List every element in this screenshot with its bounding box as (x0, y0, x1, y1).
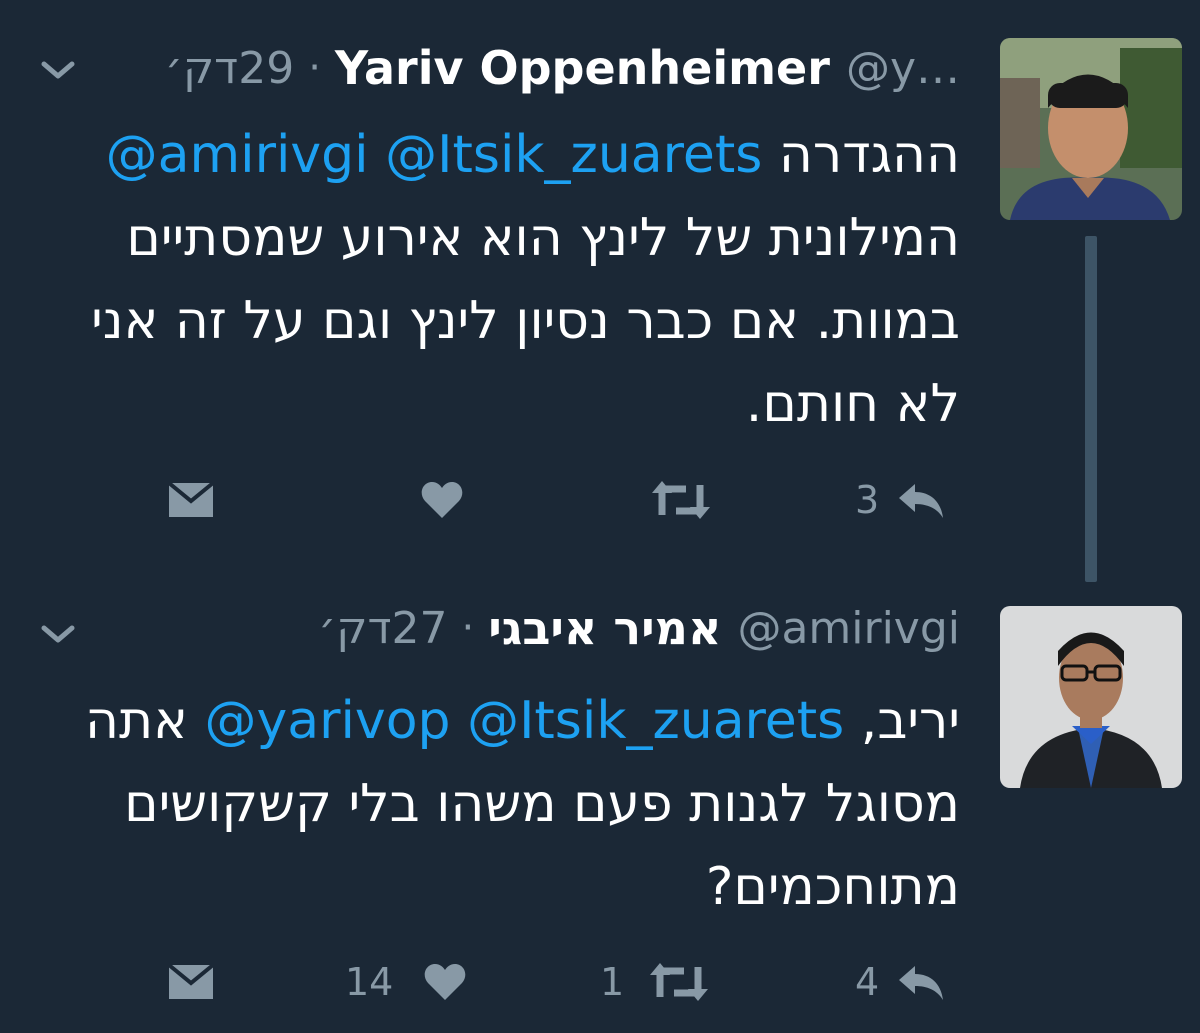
thread-connector (1085, 236, 1097, 582)
author-handle[interactable]: @amirivgi (737, 603, 960, 654)
tweet-text: יריב, @Itsik_zuarets @yarivop אתה מסוגל … (40, 680, 960, 929)
mention-link[interactable]: @amirivgi (106, 125, 369, 185)
reply-icon (899, 966, 944, 1000)
reply-count: 4 (855, 960, 880, 1004)
tweet-header: 29דק׳ · Yariv Oppenheimer @y… (165, 33, 960, 103)
separator: · (461, 605, 475, 651)
timestamp[interactable]: 27דק׳ (318, 603, 448, 654)
avatar-photo-icon (1000, 606, 1182, 788)
separator: · (308, 45, 321, 91)
like-count: 14 (345, 960, 394, 1004)
avatar[interactable] (1000, 38, 1182, 220)
reply-button[interactable]: 4 (855, 952, 947, 1012)
mention-link[interactable]: @yarivop (204, 691, 450, 751)
mention-link[interactable]: @Itsik_zuarets (385, 125, 762, 185)
like-icon (421, 482, 463, 518)
reply-count: 3 (855, 478, 880, 522)
direct-message-icon (167, 963, 215, 999)
reply-icon (899, 484, 944, 518)
tweet[interactable]: 27דק׳ · אמיר איבגי @amirivgi יריב, @Itsi… (0, 580, 1200, 1033)
timestamp[interactable]: 29דק׳ (165, 43, 295, 94)
tweet-text-start: יריב, (860, 691, 960, 751)
tweet-header: 27דק׳ · אמיר איבגי @amirivgi (318, 593, 960, 663)
author-name[interactable]: Yariv Oppenheimer (335, 41, 830, 95)
retweet-icon (652, 481, 710, 519)
direct-message-button[interactable] (166, 470, 216, 530)
tweet-text-rest: המילונית של לינץ הוא אירוע שמסתיים במוות… (91, 208, 960, 434)
retweet-button[interactable]: 1 (600, 952, 710, 1012)
tweet-actions: 14 1 4 (0, 952, 1200, 1012)
tweet-text-start: ההגדרה (778, 125, 960, 185)
mention-link[interactable]: @Itsik_zuarets (467, 691, 844, 751)
author-name[interactable]: אמיר איבגי (488, 601, 721, 655)
retweet-count: 1 (600, 960, 625, 1004)
avatar[interactable] (1000, 606, 1182, 788)
tweet-actions: 3 (0, 470, 1200, 530)
author-handle[interactable]: @y… (846, 43, 960, 94)
tweet[interactable]: 29דק׳ · Yariv Oppenheimer @y… ההגדרה @It… (0, 0, 1200, 582)
chevron-down-icon[interactable] (40, 622, 76, 646)
tweet-text: ההגדרה @Itsik_zuarets @amirivgi המילונית… (40, 114, 960, 446)
like-button[interactable] (420, 470, 474, 530)
reply-button[interactable]: 3 (855, 470, 947, 530)
like-button[interactable]: 14 (345, 952, 467, 1012)
chevron-down-icon[interactable] (40, 58, 76, 82)
direct-message-button[interactable] (166, 952, 216, 1012)
avatar-photo-icon (1000, 38, 1182, 220)
like-icon (425, 964, 466, 1000)
retweet-button[interactable] (650, 470, 722, 530)
retweet-icon (650, 963, 709, 1001)
direct-message-icon (167, 481, 215, 517)
